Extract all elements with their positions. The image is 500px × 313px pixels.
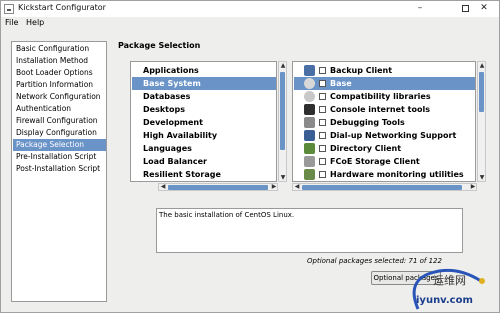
package-checkbox[interactable] [319,80,326,87]
console-icon [304,104,315,115]
group-horizontal-scrollbar[interactable]: ◀ ▶ [158,183,278,191]
app-icon [4,4,14,14]
sidebar-item-boot-loader-options[interactable]: Boot Loader Options [13,67,106,79]
package-item-directory-client[interactable]: Directory Client [294,142,475,155]
package-checkbox[interactable] [319,106,326,113]
package-item-compatibility-libraries[interactable]: Compatibility libraries [294,90,475,103]
group-item-languages[interactable]: Languages [132,142,276,155]
maximize-icon [461,5,469,12]
sidebar-item-package-selection[interactable]: Package Selection [13,139,106,151]
app-window: Kickstart Configurator – ✕ File Help Bas… [0,0,500,313]
sidebar-item-firewall-configuration[interactable]: Firewall Configuration [13,115,106,127]
sidebar-item-partition-information[interactable]: Partition Information [13,79,106,91]
package-item-debugging-tools[interactable]: Debugging Tools [294,116,475,129]
watermark-url: iyunv.com [416,295,473,306]
menu-file[interactable]: File [5,18,18,27]
group-pane: Applications Base System Databases Deskt… [130,61,287,191]
group-item-databases[interactable]: Databases [132,90,276,103]
scroll-down-icon[interactable]: ▼ [478,174,486,182]
package-item-fcoe-storage-client[interactable]: FCoE Storage Client [294,155,475,168]
scroll-down-icon[interactable]: ▼ [279,174,287,182]
debug-tools-icon [304,117,315,128]
scroll-thumb[interactable] [280,72,285,150]
window-title: Kickstart Configurator [18,3,106,12]
sidebar-item-basic-configuration[interactable]: Basic Configuration [13,43,106,55]
package-vertical-scrollbar[interactable]: ▲ ▼ [477,61,486,182]
scroll-left-icon[interactable]: ◀ [293,183,301,191]
group-item-resilient-storage[interactable]: Resilient Storage [132,168,276,181]
package-checkbox[interactable] [319,119,326,126]
group-item-high-availability[interactable]: High Availability [132,129,276,142]
section-title: Package Selection [118,41,201,50]
group-item-load-balancer[interactable]: Load Balancer [132,155,276,168]
package-item-base[interactable]: Base [294,77,475,90]
package-checkbox[interactable] [319,158,326,165]
group-vertical-scrollbar[interactable]: ▲ ▼ [278,61,287,182]
backup-icon [304,65,315,76]
package-item-dial-up-networking[interactable]: Dial-up Networking Support [294,129,475,142]
close-button[interactable]: ✕ [469,1,499,17]
package-checkbox[interactable] [319,171,326,178]
description-text: The basic installation of CentOS Linux. [159,211,295,219]
package-item-console-internet-tools[interactable]: Console internet tools [294,103,475,116]
group-item-development[interactable]: Development [132,116,276,129]
menu-bar: File Help [1,17,499,30]
package-item-hardware-monitoring[interactable]: Hardware monitoring utilities [294,168,475,181]
scroll-up-icon[interactable]: ▲ [478,62,486,70]
package-item-backup-client[interactable]: Backup Client [294,64,475,77]
group-list: Applications Base System Databases Deskt… [130,61,277,182]
menu-help[interactable]: Help [26,18,44,27]
package-checkbox[interactable] [319,67,326,74]
package-pane: Backup Client Base Compatibility librari… [292,61,489,191]
scroll-left-icon[interactable]: ◀ [159,183,167,191]
sidebar-item-pre-installation-script[interactable]: Pre-Installation Script [13,151,106,163]
scroll-thumb[interactable] [302,185,462,190]
sidebar-list: Basic Configuration Installation Method … [11,41,107,302]
group-item-applications[interactable]: Applications [132,64,276,77]
sidebar-item-display-configuration[interactable]: Display Configuration [13,127,106,139]
scroll-up-icon[interactable]: ▲ [279,62,287,70]
base-icon [304,78,315,89]
scroll-thumb[interactable] [168,185,268,190]
sidebar-item-post-installation-script[interactable]: Post-Installation Script [13,163,106,175]
package-list: Backup Client Base Compatibility librari… [292,61,476,182]
description-box: The basic installation of CentOS Linux. [156,208,463,253]
group-item-base-system[interactable]: Base System [132,77,276,90]
hw-monitor-icon [304,169,315,180]
sidebar-item-installation-method[interactable]: Installation Method [13,55,106,67]
directory-icon [304,143,315,154]
compat-libs-icon [304,91,315,102]
watermark-text: 运维网 [433,274,466,287]
package-checkbox[interactable] [319,145,326,152]
group-item-desktops[interactable]: Desktops [132,103,276,116]
dialup-icon [304,130,315,141]
sidebar-item-network-configuration[interactable]: Network Configuration [13,91,106,103]
minimize-button[interactable]: – [405,1,435,17]
title-bar: Kickstart Configurator – ✕ [1,1,499,17]
sidebar-item-authentication[interactable]: Authentication [13,103,106,115]
scroll-thumb[interactable] [479,72,484,112]
scroll-right-icon[interactable]: ▶ [270,183,278,191]
package-horizontal-scrollbar[interactable]: ◀ ▶ [292,183,477,191]
scroll-right-icon[interactable]: ▶ [469,183,477,191]
package-checkbox[interactable] [319,93,326,100]
fcoe-icon [304,156,315,167]
package-checkbox[interactable] [319,132,326,139]
